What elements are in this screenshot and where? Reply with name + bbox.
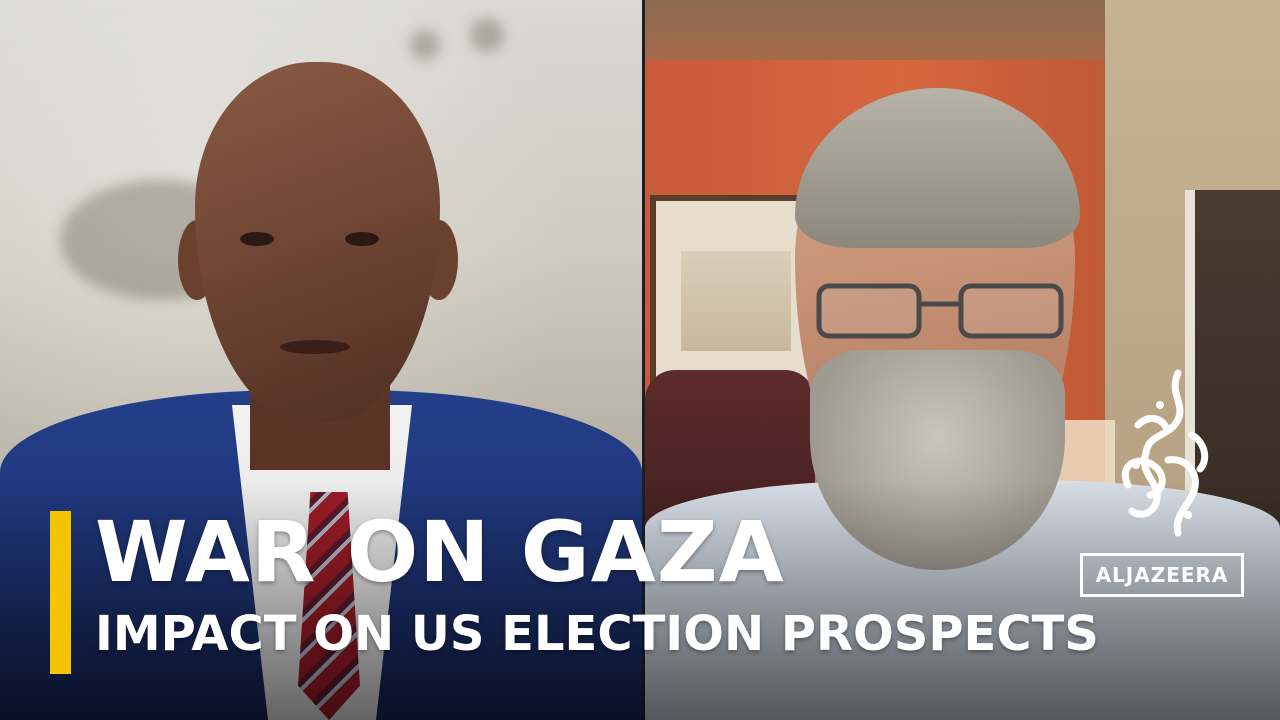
- lower-third-subheadline: IMPACT ON US ELECTION PROSPECTS: [95, 606, 1099, 662]
- presenter-mouth: [280, 340, 350, 354]
- aljazeera-wordmark: ALJAZEERA: [1095, 563, 1229, 587]
- framed-artwork: [681, 251, 791, 351]
- wall-mark: [470, 18, 504, 52]
- lower-third-headline: WAR ON GAZA: [95, 503, 785, 601]
- lower-third-accent-bar: [50, 511, 71, 674]
- wall-mark: [410, 30, 440, 60]
- aljazeera-calligraphy-logo-icon: [1122, 369, 1209, 537]
- aljazeera-wordmark-box: ALJAZEERA: [1080, 553, 1244, 597]
- presenter-eye: [345, 232, 379, 246]
- presenter-eye: [240, 232, 274, 246]
- guest-glasses: [816, 283, 1064, 339]
- presenter-head: [195, 62, 440, 422]
- guest-hair: [795, 88, 1080, 248]
